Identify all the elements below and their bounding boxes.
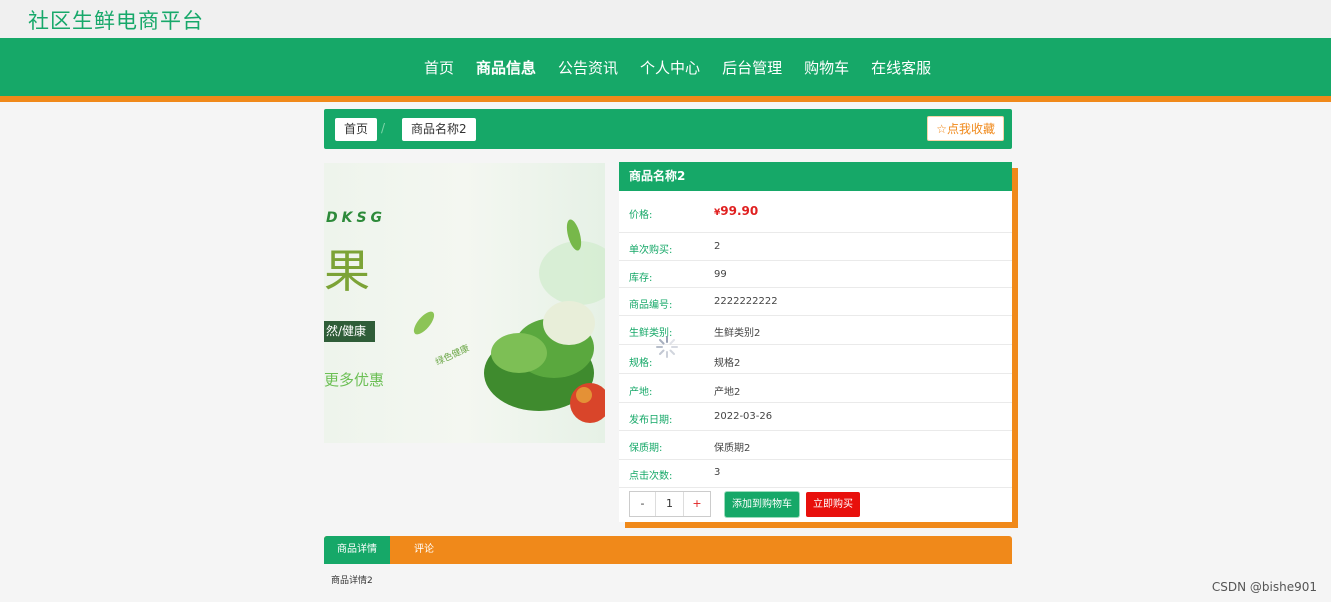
field-row: 保质期: 保质期2 [619,431,1012,460]
quantity-input[interactable]: 1 [656,492,684,516]
nav-item-cart[interactable]: 购物车 [804,57,849,78]
field-label: 产地: [629,387,653,398]
price-value: ¥99.90 [714,204,758,218]
field-label: 库存: [629,273,653,284]
nav-accent-strip [0,96,1331,102]
nav-item-admin[interactable]: 后台管理 [722,57,782,78]
quantity-increment-button[interactable]: + [684,492,710,516]
main-nav: 首页 商品信息 公告资讯 个人中心 后台管理 购物车 在线客服 [0,38,1331,96]
quantity-stepper: - 1 + [629,491,711,517]
banner-headline: 果 [324,244,370,298]
field-row: 产地: 产地2 [619,374,1012,403]
field-value: 保质期2 [714,443,751,454]
field-row: 库存: 99 [619,261,1012,288]
quantity-decrement-button[interactable]: - [630,492,656,516]
field-label: 发布日期: [629,415,673,426]
price-label: 价格: [629,210,653,221]
tab-comments[interactable]: 评论 [414,536,434,564]
buy-now-button[interactable]: 立即购买 [806,492,860,517]
detail-tabs: 商品详情 评论 [324,536,1012,564]
field-row: 点击次数: 3 [619,460,1012,488]
field-value: 产地2 [714,387,741,398]
nav-item-profile[interactable]: 个人中心 [640,57,700,78]
nav-item-products[interactable]: 商品信息 [476,57,536,78]
breadcrumb-home[interactable]: 首页 [335,118,378,141]
product-detail-content: 商品详情2 [331,576,373,586]
product-image: DKSG 果 然/健康 更多优惠 绿色健康 [324,163,605,443]
nav-item-service[interactable]: 在线客服 [871,57,931,78]
favorite-button[interactable]: ☆点我收藏 [927,116,1004,141]
price-row: 价格: ¥99.90 [619,191,1012,233]
field-value: 2022-03-26 [714,411,773,422]
product-name: 商品名称2 [619,162,1012,191]
banner-tagline: 然/健康 [324,321,375,342]
tab-product-detail[interactable]: 商品详情 [324,536,390,564]
field-label: 点击次数: [629,471,673,482]
watermark: CSDN @bishe901 [1211,580,1317,594]
banner-promo: 更多优惠 [324,371,385,389]
vegetable-illustration [413,219,605,423]
field-label: 规格: [629,358,653,369]
breadcrumb-current[interactable]: 商品名称2 [402,118,476,141]
nav-item-home[interactable]: 首页 [424,57,454,78]
price-amount: 99.90 [720,204,759,218]
field-value: 2222222222 [714,296,778,307]
field-value: 99 [714,269,727,280]
field-row: 商品编号: 2222222222 [619,288,1012,316]
field-value: 2 [714,241,721,252]
site-title: 社区生鲜电商平台 [28,9,204,33]
field-label: 商品编号: [629,300,673,311]
field-label: 单次购买: [629,245,673,256]
field-label: 保质期: [629,443,663,454]
field-row: 单次购买: 2 [619,233,1012,261]
field-row: 发布日期: 2022-03-26 [619,403,1012,431]
field-value: 规格2 [714,358,741,369]
spinner-icon [656,336,678,358]
top-header: 社区生鲜电商平台 [0,0,1331,38]
add-to-cart-button[interactable]: 添加到购物车 [725,492,799,517]
field-value: 生鲜类别2 [714,328,761,339]
banner-brand: DKSG [326,210,387,226]
breadcrumb: 首页 / 商品名称2 ☆点我收藏 [324,109,1012,149]
field-value: 3 [714,467,721,478]
nav-item-news[interactable]: 公告资讯 [558,57,618,78]
nav-list: 首页 商品信息 公告资讯 个人中心 后台管理 购物车 在线客服 [424,38,953,96]
breadcrumb-separator: / [381,121,386,135]
